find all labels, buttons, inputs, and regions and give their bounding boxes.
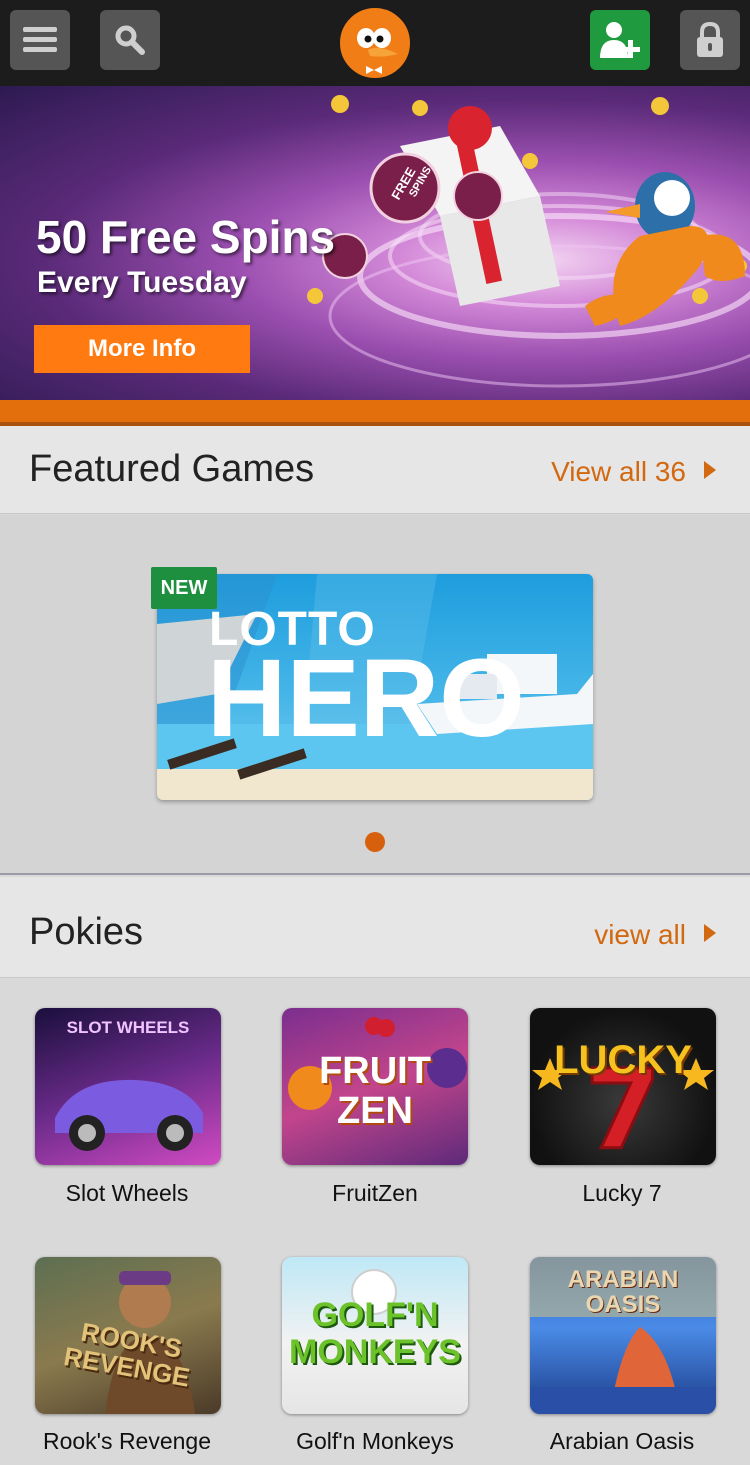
chevron-right-icon[interactable]: [704, 461, 716, 479]
pokies-header: Pokies view all: [0, 877, 750, 978]
lock-icon: [697, 22, 723, 57]
game-tile-golfn-monkeys[interactable]: GOLF'N MONKEYS: [282, 1257, 468, 1414]
promo-subtitle: Every Tuesday: [37, 266, 247, 299]
login-button[interactable]: [680, 10, 740, 70]
view-all-featured-link[interactable]: View all 36: [551, 456, 686, 488]
banner-divider: [0, 400, 750, 422]
carousel-pagination-dot[interactable]: [365, 832, 385, 852]
featured-carousel: LOTTO HERO: [0, 515, 750, 875]
featured-game-card[interactable]: LOTTO HERO: [157, 574, 593, 800]
menu-button[interactable]: [10, 10, 70, 70]
add-user-icon: [600, 22, 640, 58]
featured-games-header: Featured Games View all 36: [0, 426, 750, 514]
lucky-7-art-text: LUCKY: [554, 1038, 692, 1082]
game-label[interactable]: Lucky 7: [502, 1180, 742, 1207]
new-badge: NEW: [151, 567, 217, 609]
game-label[interactable]: FruitZen: [255, 1180, 495, 1207]
game-tile-lucky-7[interactable]: 7 LUCKY: [530, 1008, 716, 1165]
golfn-monkeys-art-text: GOLF'N MONKEYS: [289, 1296, 461, 1372]
game-label[interactable]: Rook's Revenge: [7, 1428, 247, 1455]
view-all-pokies-link[interactable]: view all: [594, 919, 686, 951]
bird-mascot-logo[interactable]: [336, 4, 414, 82]
game-tile-rooks-revenge[interactable]: ROOK'S REVENGE: [35, 1257, 221, 1414]
game-label[interactable]: Golf'n Monkeys: [255, 1428, 495, 1455]
search-button[interactable]: [100, 10, 160, 70]
game-tile-arabian-oasis[interactable]: ARABIAN OASIS: [530, 1257, 716, 1414]
game-label[interactable]: Arabian Oasis: [502, 1428, 742, 1455]
featured-games-title: Featured Games: [29, 448, 315, 490]
chevron-right-icon[interactable]: [704, 924, 716, 942]
game-label[interactable]: Slot Wheels: [7, 1180, 247, 1207]
fruitzen-art-text: FRUIT ZEN: [319, 1050, 431, 1132]
promo-title: 50 Free Spins: [36, 211, 336, 263]
pokies-title: Pokies: [29, 911, 144, 953]
promo-banner[interactable]: FREE SPINS 50 Free Spins Every Tuesday M…: [0, 86, 750, 402]
search-icon: [115, 25, 145, 55]
lucky-7-artwork: 7: [532, 1045, 714, 1165]
slot-wheels-art-text: SLOT WHEELS: [66, 1018, 190, 1037]
hamburger-icon: [23, 27, 57, 52]
arabian-oasis-art-text: ARABIAN OASIS: [567, 1266, 679, 1319]
game-title-line2: HERO: [207, 637, 525, 760]
more-info-button[interactable]: More Info: [34, 325, 250, 373]
game-tile-fruitzen[interactable]: FRUIT ZEN: [282, 1008, 468, 1165]
game-tile-slot-wheels[interactable]: SLOT WHEELS: [35, 1008, 221, 1165]
top-bar: [0, 0, 750, 86]
register-button[interactable]: [590, 10, 650, 70]
